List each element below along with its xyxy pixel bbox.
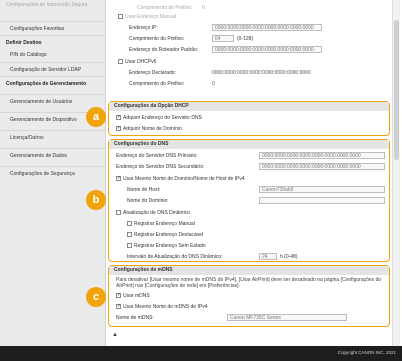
get-domain-name-checkbox[interactable]: Adquirir Nome de Domínio [116,124,182,133]
copyright-text: Copyright CANON INC. 2021 [337,350,396,355]
secondary-dns-label: Endereço do Servidor DNS Secundário: [116,164,205,170]
sidebar-item-security-settings[interactable]: Configurações de Segurança [0,166,106,180]
checkbox-icon [118,13,123,19]
prefix-length-label: Comprimento do Prefixo: [137,5,193,11]
use-manual-address-checkbox[interactable]: Usar Endereço Manual [118,13,176,21]
declared-address-value: 0000:0000:0000:0000:0000:0000:0000:0000 [212,70,311,76]
primary-dns-field[interactable]: 0000:0000:0000:0000:0000:0000:0000:0000 [259,152,385,159]
checkbox-checked-icon [116,291,121,299]
sidebar-item-ldap[interactable]: Configuração de Servidor LDAP [0,62,106,76]
use-manual-address-label: Usar Endereço Manual [125,14,177,20]
domain-name-label: Nome do Domínio: [127,198,169,204]
annotation-badge-c: c [86,287,106,307]
get-dns-address-label: Adquirir Endereço do Servidor DNS [123,115,202,121]
dns-update-interval-field[interactable]: 24 [259,253,277,260]
annotation-badge-b: b [86,190,106,210]
scrollbar-thumb[interactable] [394,20,399,160]
footer: Copyright CANON INC. 2021 [0,346,402,361]
use-same-host-checkbox[interactable]: Usar Mesmo Nome de Domínio/Nome de Host … [116,174,245,183]
prefix-length3-label: Comprimento do Prefixo: [129,81,185,87]
use-dhcpv6-checkbox[interactable]: Usar DHCPv6 [118,58,156,66]
host-name-field[interactable]: Canon739ab9 [259,186,385,193]
sidebar-item-user-management[interactable]: Gerenciamento de Usuários [0,94,106,108]
get-domain-name-label: Adquirir Nome de Domínio [123,126,182,132]
use-dhcpv6-label: Usar DHCPv6 [125,59,157,65]
register-stateless-label: Registrar Endereço Sem Estado [134,243,206,249]
dns-section-title: Configurações do DNS [109,140,389,149]
checkbox-icon [127,220,132,226]
domain-name-field[interactable] [259,197,385,204]
dns-settings-section: Configurações do DNS Endereço do Servido… [108,139,390,262]
mdns-note: Para desativar [Usar mesmo nome de mDNS … [116,277,382,289]
sidebar-item-secure-print[interactable]: Configurações de Impressão Segura [0,0,106,20]
sidebar-item-address-book-pin[interactable]: PIN do Catálogo [0,48,106,62]
checkbox-icon [118,58,123,64]
ip-address-label: Endereço IP: [129,25,158,31]
prefix-length3-value: 0 [212,81,215,87]
use-same-mdns-label: Usar Mesmo Nome de mDNS de IPv4 [123,304,208,310]
prefix-length2-label: Comprimento do Prefixo: [129,36,185,42]
checkbox-icon [127,242,132,248]
register-stateful-checkbox[interactable]: Registrar Endereço Destacável [127,231,203,239]
mdns-name-field[interactable]: Canon MF735C Series [227,314,347,321]
checkbox-checked-icon [116,174,121,182]
use-same-mdns-checkbox[interactable]: Usar Mesmo Nome de mDNS de IPv4 [116,302,208,311]
mdns-name-label: Nome de mDNS: [116,315,154,321]
checkbox-checked-icon [116,124,121,132]
register-stateful-label: Registrar Endereço Destacável [134,232,204,238]
register-manual-label: Registrar Endereço Manual [134,221,195,227]
sidebar-item-favorites[interactable]: Configurações Favoritas [0,21,106,35]
sidebar-item-management-settings[interactable]: Configurações de Gerenciamento [0,76,106,90]
checkbox-checked-icon [116,302,121,310]
get-dns-address-checkbox[interactable]: Adquirir Endereço do Servidor DNS [116,113,202,122]
declared-address-label: Endereço Declarado: [129,70,176,76]
checkbox-icon [116,209,121,215]
default-router-label: Endereço do Roteador Padrão: [129,47,199,53]
checkbox-icon [127,231,132,237]
default-router-field[interactable]: 0000:0000:0000:0000:0000:0000:0000:0000 [212,46,322,53]
ip-address-field[interactable]: 0000:0000:0000:0000:0000:0000:0000:0000 [212,24,322,31]
dhcp-option-settings-section: Configurações da Opção DHCP Adquirir End… [108,101,390,136]
annotation-badge-a: a [86,107,106,127]
primary-dns-label: Endereço do Servidor DNS Primário: [116,153,198,159]
register-manual-checkbox[interactable]: Registrar Endereço Manual [127,220,195,228]
host-name-label: Nome de Host: [127,187,161,193]
prefix-length-value: 0 [202,5,205,11]
checkbox-checked-icon [116,113,121,121]
dns-update-interval-label: Intervalo de Atualização do DNS Dinâmico… [127,254,223,260]
secondary-dns-field[interactable]: 0000:0000:0000:0000:0000:0000:0000:0000 [259,163,385,170]
use-same-host-label: Usar Mesmo Nome de Domínio/Nome de Host … [123,176,245,182]
register-stateless-checkbox[interactable]: Registrar Endereço Sem Estado [127,242,206,250]
scroll-top-icon[interactable]: ▲ [112,332,118,338]
prefix-length2-field[interactable]: 64 [212,35,234,42]
dns-update-interval-unit: h (0-48) [280,254,298,260]
sidebar-item-license-other[interactable]: Licença/Outros [0,130,106,144]
dynamic-dns-label: Atualização de DNS Dinâmico [123,210,190,216]
vertical-scrollbar[interactable] [392,0,400,346]
main-content: Comprimento do Prefixo: 0 Usar Endereço … [107,0,402,346]
sidebar-item-set-destination[interactable]: Definir Destino [0,35,106,49]
mdns-settings-section: Configurações de mDNS Para desativar [Us… [108,265,390,327]
dhcp-section-title: Configurações da Opção DHCP [109,102,389,111]
use-mdns-label: Usar mDNS [123,293,150,299]
sidebar-item-data-management[interactable]: Gerenciamento de Dados [0,148,106,162]
use-mdns-checkbox[interactable]: Usar mDNS [116,291,150,300]
dynamic-dns-checkbox[interactable]: Atualização de DNS Dinâmico [116,209,190,217]
mdns-section-title: Configurações de mDNS [109,266,389,275]
prefix-length2-range: (0-128) [237,36,254,42]
